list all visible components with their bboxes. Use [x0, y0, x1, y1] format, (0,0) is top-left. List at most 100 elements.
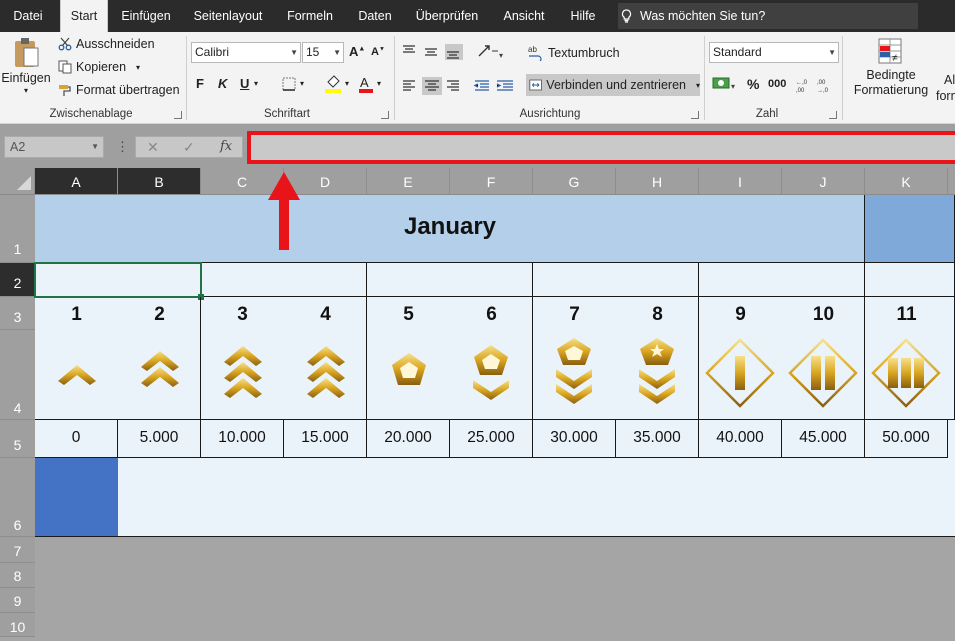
- font-name-select[interactable]: Calibri ▼: [191, 42, 301, 63]
- currency-icon[interactable]: ▾: [712, 75, 738, 93]
- row-header-8[interactable]: 8: [0, 563, 35, 588]
- tab-formeln[interactable]: Formeln: [276, 0, 344, 32]
- cell-e2-f2[interactable]: [367, 263, 533, 297]
- points-value[interactable]: 0: [35, 420, 118, 458]
- points-value[interactable]: 40.000: [699, 420, 782, 458]
- cut-button[interactable]: Ausschneiden: [58, 37, 155, 51]
- row-header-3[interactable]: 3: [0, 297, 35, 330]
- points-value[interactable]: 30.000: [533, 420, 616, 458]
- empty-sheet-area[interactable]: [35, 537, 955, 637]
- row-header-9[interactable]: 9: [0, 588, 35, 613]
- tab-seitenlayout[interactable]: Seitenlayout: [186, 0, 270, 32]
- column-header-a[interactable]: A: [35, 168, 118, 194]
- column-header-b[interactable]: B: [118, 168, 201, 194]
- cell-c2-d2[interactable]: [201, 263, 367, 297]
- column-header-i[interactable]: I: [699, 168, 782, 194]
- alignment-launcher-icon[interactable]: [691, 111, 699, 119]
- cell-g2-h2[interactable]: [533, 263, 699, 297]
- name-box[interactable]: A2 ▼: [4, 136, 104, 158]
- points-value[interactable]: 10.000: [201, 420, 284, 458]
- italic-button[interactable]: K: [218, 76, 227, 91]
- column-header-k[interactable]: K: [865, 168, 948, 194]
- vertical-align-icons[interactable]: [402, 44, 464, 60]
- format-painter-button[interactable]: Format übertragen: [58, 83, 180, 97]
- cell-k2[interactable]: [865, 263, 955, 297]
- font-launcher-icon[interactable]: [381, 111, 389, 119]
- paste-button[interactable]: Einfügen ▾: [1, 36, 51, 95]
- insert-function-icon[interactable]: fx: [220, 139, 232, 154]
- horizontal-align-icons[interactable]: [402, 76, 498, 96]
- underline-button[interactable]: U: [240, 76, 249, 91]
- chevron-down-icon[interactable]: ▾: [377, 79, 381, 88]
- chevron-down-icon[interactable]: ▾: [345, 79, 349, 88]
- points-value[interactable]: 25.000: [450, 420, 533, 458]
- merge-center-button[interactable]: Verbinden und zentrieren ▾: [526, 74, 700, 96]
- clipboard-launcher-icon[interactable]: [174, 111, 182, 119]
- tab-hilfe[interactable]: Hilfe: [560, 0, 606, 32]
- fill-color-icon[interactable]: [324, 74, 342, 94]
- bold-button[interactable]: F: [196, 76, 204, 91]
- column-header-j[interactable]: J: [782, 168, 865, 194]
- chevron-down-icon[interactable]: ▾: [254, 79, 258, 88]
- indent-icon[interactable]: [496, 78, 514, 94]
- conditional-formatting-label-1: Bedingte: [866, 68, 916, 82]
- font-color-icon[interactable]: A: [358, 74, 374, 94]
- select-all-corner[interactable]: [0, 168, 35, 194]
- decimal-icons[interactable]: ←,0 ,00 ,00 →,0: [796, 77, 836, 93]
- column-header-g[interactable]: G: [533, 168, 616, 194]
- conditional-formatting-label-2: Formatierung: [853, 83, 929, 97]
- percent-button[interactable]: %: [747, 76, 759, 92]
- tab-datei[interactable]: Datei: [0, 0, 56, 32]
- conditional-formatting-button[interactable]: ≠ Bedingte Formatierung: [848, 37, 934, 97]
- borders-icon[interactable]: [282, 77, 296, 91]
- row-header-1[interactable]: 1: [0, 195, 35, 263]
- format-as-table-label-2[interactable]: forn: [936, 89, 955, 103]
- orientation-icon[interactable]: ▾: [476, 42, 506, 60]
- format-as-table-label-1[interactable]: Al: [944, 73, 955, 87]
- more-options-icon[interactable]: ⋮: [116, 139, 129, 155]
- chevron-down-icon[interactable]: ▾: [300, 79, 304, 88]
- row-header-2[interactable]: 2: [0, 263, 35, 297]
- grow-font-icon[interactable]: A▲: [349, 44, 365, 59]
- column-header-h[interactable]: H: [616, 168, 699, 194]
- number-launcher-icon[interactable]: [829, 111, 837, 119]
- shrink-font-icon[interactable]: A▼: [371, 46, 385, 58]
- cancel-icon[interactable]: ✕: [147, 139, 159, 156]
- thousands-separator-button[interactable]: 000: [768, 78, 786, 90]
- row-header-7[interactable]: 7: [0, 537, 35, 563]
- cell-i2-j2[interactable]: [699, 263, 865, 297]
- column-header-f[interactable]: F: [450, 168, 533, 194]
- formula-input[interactable]: [247, 131, 955, 164]
- rank-badge-icon: [556, 338, 592, 404]
- level-number: 3: [237, 304, 248, 325]
- points-value[interactable]: 5.000: [118, 420, 201, 458]
- tab-ueberpruefen[interactable]: Überprüfen: [408, 0, 486, 32]
- row-header-4[interactable]: 4: [0, 330, 35, 420]
- number-format-select[interactable]: Standard ▼: [709, 42, 839, 63]
- format-painter-label: Format übertragen: [76, 83, 180, 97]
- tab-daten[interactable]: Daten: [348, 0, 402, 32]
- tab-ansicht[interactable]: Ansicht: [494, 0, 554, 32]
- points-value[interactable]: 15.000: [284, 420, 367, 458]
- column-header-e[interactable]: E: [367, 168, 450, 194]
- month-header-cell[interactable]: January: [35, 195, 865, 263]
- points-value[interactable]: 35.000: [616, 420, 699, 458]
- svg-text:ab: ab: [528, 45, 537, 54]
- chevron-down-icon: ▾: [695, 80, 700, 90]
- points-value[interactable]: 50.000: [865, 420, 948, 458]
- tell-me-search[interactable]: Was möchten Sie tun?: [618, 3, 918, 29]
- wrap-text-button[interactable]: ab Textumbruch: [528, 45, 620, 61]
- font-size-select[interactable]: 15 ▼: [302, 42, 344, 63]
- enter-icon[interactable]: ✓: [183, 139, 195, 156]
- points-value[interactable]: 45.000: [782, 420, 865, 458]
- copy-button[interactable]: Kopieren ▾: [58, 60, 140, 74]
- row-header-6[interactable]: 6: [0, 458, 35, 537]
- tab-einfuegen[interactable]: Einfügen: [112, 0, 180, 32]
- tab-start[interactable]: Start: [60, 0, 108, 32]
- row-header-10[interactable]: 10: [0, 613, 35, 637]
- points-value[interactable]: 20.000: [367, 420, 450, 458]
- month-title: January: [403, 213, 497, 240]
- row-header-5[interactable]: 5: [0, 420, 35, 458]
- next-month-header-cell[interactable]: [865, 195, 955, 263]
- progress-cell-filled[interactable]: [35, 458, 118, 537]
